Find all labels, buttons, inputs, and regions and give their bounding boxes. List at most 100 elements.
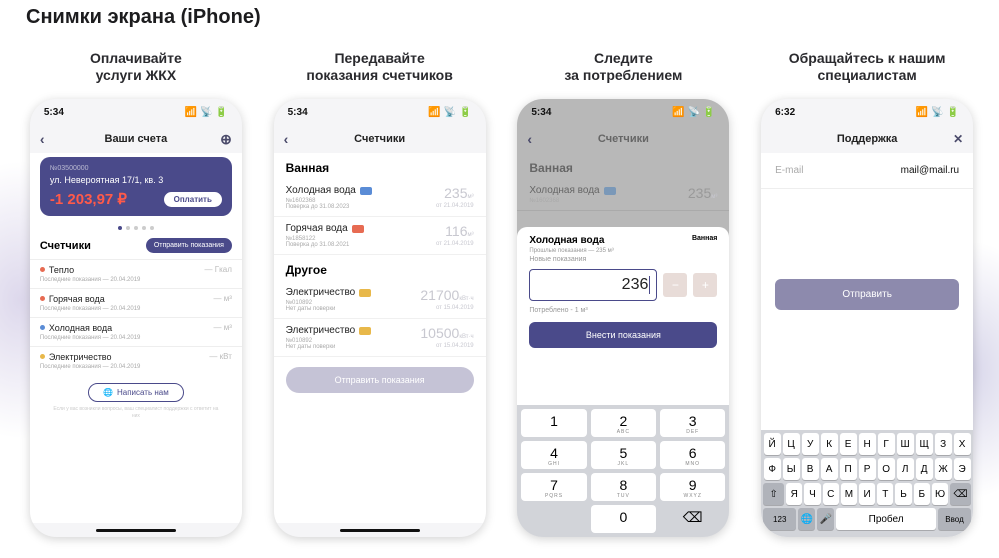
keyboard-key[interactable]: Ф xyxy=(764,458,781,480)
pay-button[interactable]: Оплатить xyxy=(164,192,222,207)
write-us-label: Написать нам xyxy=(117,388,169,397)
numpad-key[interactable]: 9WXYZ xyxy=(660,473,725,501)
keyboard-key[interactable]: Э xyxy=(954,458,971,480)
submit-reading-button[interactable]: Внести показания xyxy=(529,322,717,348)
numpad-key[interactable]: 7PQRS xyxy=(521,473,586,501)
mic-key[interactable]: 🎤 xyxy=(817,508,834,530)
shift-key[interactable]: ⇧ xyxy=(763,483,784,505)
enter-key[interactable]: Ввод xyxy=(938,508,971,530)
meter-row[interactable]: Горячая вода №1858122Поверка до 31.08.20… xyxy=(274,217,486,255)
meter-item[interactable]: Горячая водаПоследние показания — 20.04.… xyxy=(30,288,242,317)
numpad-key[interactable]: 1 xyxy=(521,409,586,437)
reading-input[interactable]: 236 xyxy=(529,269,657,301)
keyboard-key[interactable]: П xyxy=(840,458,857,480)
email-value: mail@mail.ru xyxy=(901,165,960,176)
keyboard-key[interactable]: Ж xyxy=(935,458,952,480)
numpad-key[interactable]: 5JKL xyxy=(591,441,656,469)
keyboard-key[interactable]: Д xyxy=(916,458,933,480)
dimmed-meter-name: Холодная вода xyxy=(529,185,599,196)
keyboard-key[interactable]: Ц xyxy=(783,433,800,455)
keyboard-key[interactable]: Ш xyxy=(897,433,914,455)
plus-button[interactable]: + xyxy=(693,273,717,297)
page-title: Снимки экрана (iPhone) xyxy=(0,0,999,29)
email-label: E-mail xyxy=(775,165,803,176)
meter-name: Холодная вода xyxy=(286,185,356,196)
status-bar: 5:34 📶📡🔋 xyxy=(274,99,486,125)
keyboard-key[interactable]: Ч xyxy=(804,483,820,505)
numpad-key[interactable]: 8TUV xyxy=(591,473,656,501)
keyboard-key[interactable]: Ь xyxy=(895,483,911,505)
meter-row[interactable]: Электричество №010892Нет даты поверки105… xyxy=(274,319,486,357)
keyboard-key[interactable]: С xyxy=(823,483,839,505)
meter-check: Поверка до 31.08.2023 xyxy=(286,204,372,210)
keyboard-key[interactable]: Л xyxy=(897,458,914,480)
keyboard-key[interactable]: Щ xyxy=(916,433,933,455)
keyboard-key[interactable]: Р xyxy=(859,458,876,480)
keyboard-key[interactable]: И xyxy=(859,483,875,505)
keyboard-key[interactable]: В xyxy=(802,458,819,480)
meter-item[interactable]: ЭлектричествоПоследние показания — 20.04… xyxy=(30,346,242,375)
keyboard-key[interactable]: К xyxy=(821,433,838,455)
meter-icon xyxy=(360,187,372,195)
keyboard-key[interactable]: Е xyxy=(840,433,857,455)
globe-key[interactable]: 🌐 xyxy=(798,508,815,530)
meter-row[interactable]: Холодная вода №1602368Поверка до 31.08.2… xyxy=(274,179,486,217)
meter-item[interactable]: Холодная водаПоследние показания — 20.04… xyxy=(30,317,242,346)
send-readings-button[interactable]: Отправить показания xyxy=(146,238,232,253)
back-icon: ‹ xyxy=(527,131,532,147)
meter-color-dot xyxy=(40,296,45,301)
nav-title: Ваши счета xyxy=(105,133,168,145)
submit-button[interactable]: Отправить xyxy=(775,279,959,310)
numpad-key[interactable]: 4GHI xyxy=(521,441,586,469)
nav-title: Поддержка xyxy=(837,133,898,145)
keyboard-key[interactable]: Й xyxy=(764,433,781,455)
keyboard-key[interactable]: Т xyxy=(877,483,893,505)
meter-date: от 15.04.2019 xyxy=(420,305,473,311)
keyboard-key[interactable]: Х xyxy=(954,433,971,455)
keyboard-key[interactable]: М xyxy=(841,483,857,505)
numpad-key[interactable]: 0 xyxy=(591,505,656,533)
meter-item[interactable]: ТеплоПоследние показания — 20.04.2019— Г… xyxy=(30,259,242,288)
nav-bar: Поддержка ✕ xyxy=(761,125,973,153)
add-icon[interactable]: ⊕ xyxy=(220,131,232,148)
write-us-button[interactable]: 🌐 Написать нам xyxy=(88,383,184,402)
meter-unit: — м³ xyxy=(213,323,231,332)
meter-row[interactable]: Электричество №010892Нет даты поверки217… xyxy=(274,281,486,319)
keyboard-key[interactable]: З xyxy=(935,433,952,455)
status-icons: 📶📡🔋 xyxy=(672,107,715,118)
home-indicator xyxy=(274,523,486,537)
minus-button[interactable]: − xyxy=(663,273,687,297)
keyboard-key[interactable]: О xyxy=(878,458,895,480)
keyboard-key[interactable]: А xyxy=(821,458,838,480)
dimmed-meter-id: №1602368 xyxy=(529,198,615,204)
keyboard-key[interactable]: Н xyxy=(859,433,876,455)
meter-unit: м³ xyxy=(468,232,474,238)
email-field-row[interactable]: E-mail mail@mail.ru xyxy=(761,153,973,189)
keyboard-key[interactable]: Ы xyxy=(783,458,800,480)
keyboard-key[interactable]: Б xyxy=(914,483,930,505)
keyboard-key[interactable]: Г xyxy=(878,433,895,455)
meter-check: Нет даты поверки xyxy=(286,344,372,350)
bill-card[interactable]: №03500000 ул. Невероятная 17/1, кв. 3 -1… xyxy=(40,157,232,216)
dimmed-unit: м³ xyxy=(711,194,717,200)
numpad-key[interactable]: 2ABC xyxy=(591,409,656,437)
numpad-blank xyxy=(521,505,586,533)
num-key[interactable]: 123 xyxy=(763,508,796,530)
delete-key[interactable]: ⌫ xyxy=(950,483,971,505)
meter-check: Нет даты поверки xyxy=(286,306,372,312)
caption-1: Оплачивайте услуги ЖКХ xyxy=(90,47,182,87)
keyboard-key[interactable]: У xyxy=(802,433,819,455)
space-key[interactable]: Пробел xyxy=(836,508,936,530)
back-icon[interactable]: ‹ xyxy=(40,131,45,147)
numpad-key[interactable]: 3DEF xyxy=(660,409,725,437)
keyboard-key[interactable]: Ю xyxy=(932,483,948,505)
back-icon[interactable]: ‹ xyxy=(284,131,289,147)
keyboard-key[interactable]: Я xyxy=(786,483,802,505)
send-readings-button[interactable]: Отправить показания xyxy=(286,367,474,393)
delete-key[interactable]: ⌫ xyxy=(660,505,725,533)
meter-name: Горячая вода xyxy=(286,223,348,234)
meter-unit: — кВт xyxy=(209,352,231,361)
close-icon[interactable]: ✕ xyxy=(953,132,963,146)
numpad-key[interactable]: 6MNO xyxy=(660,441,725,469)
page-dots xyxy=(30,226,242,230)
